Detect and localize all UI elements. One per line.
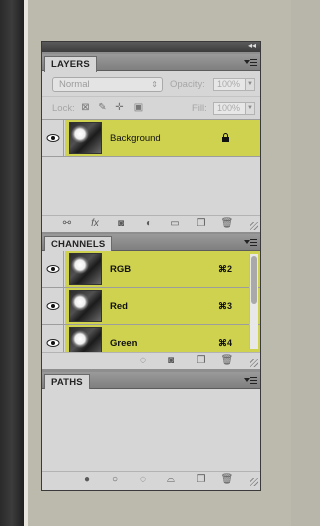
channel-shortcut: ⌘2 [217,264,232,274]
link-icon[interactable]: ⚯ [60,218,74,230]
eye-icon [46,265,60,273]
mask-icon[interactable]: ◙ [114,218,128,230]
select-arrows-icon: ⇕ [151,80,158,89]
new-path-icon[interactable]: ❐ [194,474,208,486]
fill-field[interactable]: 100% ▼ [213,102,255,115]
tab-channels[interactable]: CHANNELS [44,236,113,252]
scroll-thumb[interactable] [251,256,257,304]
resize-grip[interactable] [250,359,258,367]
channels-list: RGB ⌘2 Red ⌘3 Green ⌘4 [42,251,260,352]
blend-row: Normal ⇕ Opacity: 100% ▼ [42,72,260,96]
panel-dock: ◂◂ LAYERS Normal ⇕ Opacity: 100% ▼ Lock:… [41,41,261,491]
stroke-path-icon[interactable]: ○ [108,474,122,486]
panel-menu-icon[interactable] [244,376,257,385]
trash-icon[interactable]: 🗑 [220,355,234,367]
tab-layers[interactable]: LAYERS [44,56,97,72]
blend-mode-value: Normal [59,79,90,90]
fill-label: Fill: [192,103,207,114]
selection-to-path-icon[interactable]: ⌓ [164,474,178,486]
layers-list: Background [42,119,260,215]
channels-scrollbar[interactable] [249,254,258,349]
lock-row: Lock: ⊠ ✎ ✛ ▣ Fill: 100% ▼ [42,96,260,119]
lock-position-icon[interactable]: ✛ [114,102,125,113]
fill-arrow-icon[interactable]: ▼ [245,103,254,114]
layer-thumbnail [69,122,102,154]
channels-bottom-bar: ◌ ◙ ❐ 🗑 [42,352,260,369]
channel-name[interactable]: Red [110,301,128,312]
lock-pixels-icon[interactable]: ✎ [97,102,108,113]
blend-mode-select[interactable]: Normal ⇕ [52,77,163,92]
paths-list [42,389,260,472]
panel-menu-icon[interactable] [244,58,257,67]
channels-panel: CHANNELS RGB ⌘2 Red ⌘3 Green ⌘4 ◌ ◙ ❐ 🗑 [42,234,260,369]
eye-icon [46,302,60,310]
opacity-value: 100% [217,79,241,89]
resize-grip[interactable] [250,222,258,230]
eye-icon [46,134,60,142]
panel-titlebar[interactable]: ◂◂ [42,41,260,52]
path-to-selection-icon[interactable]: ◌ [136,474,150,486]
new-channel-icon[interactable]: ❐ [194,355,208,367]
lock-all-icon[interactable]: ▣ [133,102,144,113]
new-layer-icon[interactable]: ❐ [194,218,208,230]
layers-tabrow: LAYERS [42,54,260,72]
layer-name[interactable]: Background [110,133,161,144]
channel-row[interactable]: Green ⌘4 [42,325,260,352]
document-edge [24,0,28,526]
paths-tabrow: PATHS [42,372,260,390]
adjustment-icon[interactable]: ◐ [142,218,156,230]
channel-name[interactable]: Green [110,338,137,349]
visibility-toggle[interactable] [42,288,64,324]
resize-grip[interactable] [250,478,258,486]
fx-icon[interactable]: fx [88,218,102,230]
layers-bottom-bar: ⚯ fx ◙ ◐ ▭ ❐ 🗑 [42,215,260,232]
opacity-arrow-icon[interactable]: ▼ [245,79,254,90]
paths-bottom-bar: ● ○ ◌ ⌓ ❐ 🗑 [42,471,260,488]
fill-value: 100% [217,103,241,113]
channel-thumbnail [69,253,102,285]
save-selection-icon[interactable]: ◙ [164,355,178,367]
load-selection-icon[interactable]: ◌ [136,355,150,367]
channel-row[interactable]: RGB ⌘2 [42,251,260,288]
lock-icon [222,133,229,142]
opacity-field[interactable]: 100% ▼ [213,78,255,91]
channel-thumbnail [69,327,102,352]
panel-menu-icon[interactable] [244,238,257,247]
channel-row[interactable]: Red ⌘3 [42,288,260,325]
lock-label: Lock: [52,103,75,114]
channel-thumbnail [69,290,102,322]
opacity-label: Opacity: [170,79,205,90]
layer-row[interactable]: Background [42,120,260,157]
trash-icon[interactable]: 🗑 [220,218,234,230]
folder-icon[interactable]: ▭ [168,218,182,230]
eye-icon [46,339,60,347]
channel-shortcut: ⌘3 [217,301,232,311]
document-canvas-dark [0,0,24,526]
lock-transparency-icon[interactable]: ⊠ [80,102,91,113]
channel-shortcut: ⌘4 [217,338,232,348]
fill-path-icon[interactable]: ● [80,474,94,486]
channel-name[interactable]: RGB [110,264,131,275]
visibility-toggle[interactable] [42,251,64,287]
layers-panel: LAYERS Normal ⇕ Opacity: 100% ▼ Lock: ⊠ … [42,54,260,232]
channels-tabrow: CHANNELS [42,234,260,252]
tab-paths[interactable]: PATHS [44,374,90,390]
visibility-toggle[interactable] [42,325,64,352]
trash-icon[interactable]: 🗑 [220,474,234,486]
visibility-toggle[interactable] [42,120,64,156]
collapse-icon[interactable]: ◂◂ [248,41,256,50]
paths-panel: PATHS ● ○ ◌ ⌓ ❐ 🗑 [42,372,260,490]
